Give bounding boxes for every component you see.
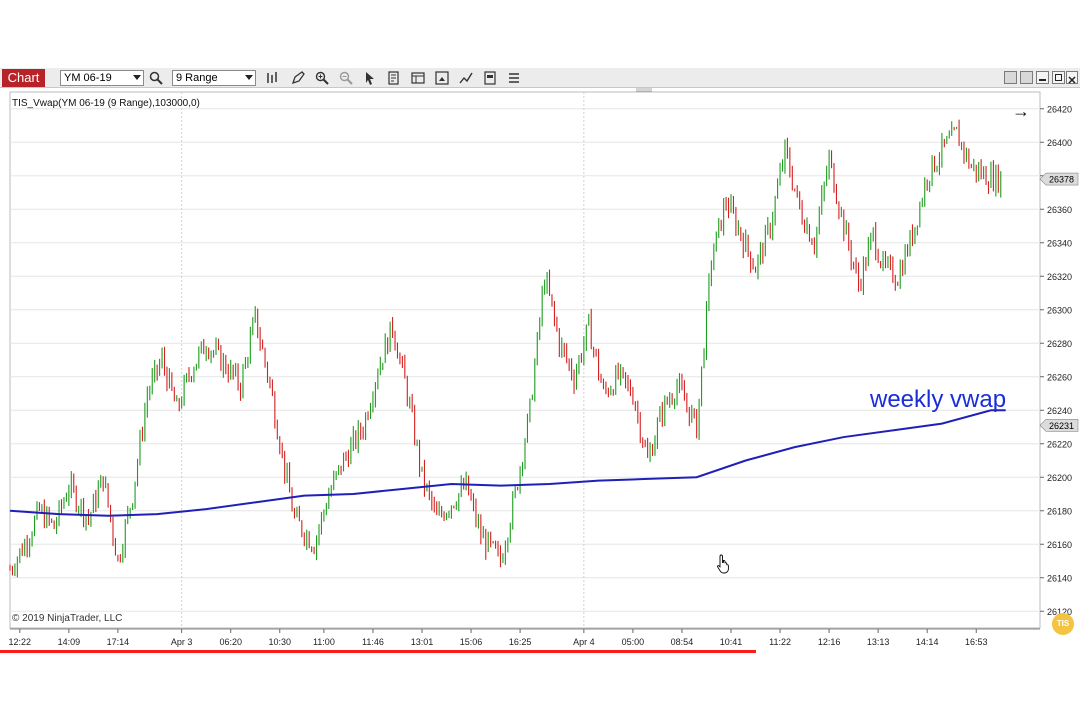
x-tick-label: 16:53 bbox=[965, 637, 988, 647]
chart-tab[interactable]: Chart bbox=[2, 69, 45, 87]
x-tick-label: 08:54 bbox=[671, 637, 694, 647]
pencil-icon[interactable] bbox=[290, 70, 306, 86]
hand-cursor-icon bbox=[717, 554, 729, 574]
x-tick-label: 14:09 bbox=[58, 637, 81, 647]
y-tick-label: 26300 bbox=[1047, 305, 1072, 315]
strategy-icon[interactable] bbox=[458, 70, 474, 86]
y-tick-label: 26200 bbox=[1047, 473, 1072, 483]
y-tick-label: 26320 bbox=[1047, 272, 1072, 282]
y-tick-label: 26260 bbox=[1047, 372, 1072, 382]
properties-icon[interactable] bbox=[386, 70, 402, 86]
x-tick-label: 10:30 bbox=[268, 637, 291, 647]
x-tick-label: Apr 3 bbox=[171, 637, 193, 647]
y-tick-label: 26240 bbox=[1047, 406, 1072, 416]
y-tick-label: 26360 bbox=[1047, 205, 1072, 215]
period-value: 9 Range bbox=[176, 72, 218, 84]
x-tick-label: 11:46 bbox=[362, 637, 384, 647]
chart-toolbar: Chart YM 06-19 9 Range bbox=[0, 68, 1080, 88]
zoom-out-icon[interactable] bbox=[338, 70, 354, 86]
y-tick-label: 26340 bbox=[1047, 238, 1072, 248]
price-chart[interactable]: 2642026400263802636026340263202630026280… bbox=[0, 88, 1080, 650]
y-tick-label: 26180 bbox=[1047, 506, 1072, 516]
instrument-value: YM 06-19 bbox=[64, 72, 112, 84]
y-tick-label: 26280 bbox=[1047, 339, 1072, 349]
x-tick-label: 05:00 bbox=[622, 637, 645, 647]
x-tick-label: 11:00 bbox=[313, 637, 335, 647]
copyright-text: © 2019 NinjaTrader, LLC bbox=[12, 613, 123, 624]
chevron-down-icon bbox=[245, 75, 253, 80]
chart-title: TIS_Vwap(YM 06-19 (9 Range),103000,0) bbox=[12, 98, 200, 109]
window-option-button[interactable] bbox=[1020, 71, 1033, 84]
x-tick-label: 15:06 bbox=[460, 637, 483, 647]
x-tick-label: 10:41 bbox=[720, 637, 743, 647]
y-tick-label: 26140 bbox=[1047, 573, 1072, 583]
x-tick-label: 14:14 bbox=[916, 637, 939, 647]
arrow-right-icon[interactable]: → bbox=[1012, 102, 1030, 120]
x-tick-label: 06:20 bbox=[219, 637, 242, 647]
video-progress-bar[interactable] bbox=[0, 650, 756, 653]
bar-type-icon[interactable] bbox=[265, 70, 281, 86]
x-tick-label: 12:22 bbox=[9, 637, 32, 647]
templates-icon[interactable] bbox=[482, 70, 498, 86]
vwap-price-label: 26231 bbox=[1049, 421, 1074, 431]
search-icon[interactable] bbox=[148, 70, 164, 86]
period-selector[interactable]: 9 Range bbox=[172, 70, 256, 86]
y-tick-label: 26400 bbox=[1047, 138, 1072, 148]
y-tick-label: 26160 bbox=[1047, 540, 1072, 550]
y-tick-label: 26220 bbox=[1047, 439, 1072, 449]
x-tick-label: 11:22 bbox=[769, 637, 791, 647]
maximize-button[interactable] bbox=[1052, 71, 1065, 84]
x-tick-label: 12:16 bbox=[818, 637, 841, 647]
close-icon bbox=[1068, 76, 1076, 84]
minimize-button[interactable] bbox=[1036, 71, 1049, 84]
screenshot-icon[interactable] bbox=[434, 70, 450, 86]
current-price-label: 26378 bbox=[1049, 175, 1074, 185]
x-tick-label: 13:13 bbox=[867, 637, 890, 647]
chart-window: Chart YM 06-19 9 Range 26420264002638026… bbox=[0, 68, 1080, 653]
vwap-annotation: weekly vwap bbox=[870, 386, 1007, 413]
pointer-icon[interactable] bbox=[362, 70, 378, 86]
x-tick-label: Apr 4 bbox=[573, 637, 595, 647]
close-button[interactable] bbox=[1066, 71, 1078, 84]
x-tick-label: 13:01 bbox=[411, 637, 434, 647]
chevron-down-icon bbox=[133, 75, 141, 80]
y-tick-label: 26420 bbox=[1047, 104, 1072, 114]
instrument-selector[interactable]: YM 06-19 bbox=[60, 70, 144, 86]
x-tick-label: 17:14 bbox=[107, 637, 130, 647]
window-option-button[interactable] bbox=[1004, 71, 1017, 84]
list-icon[interactable] bbox=[506, 70, 522, 86]
zoom-in-icon[interactable] bbox=[314, 70, 330, 86]
data-box-icon[interactable] bbox=[410, 70, 426, 86]
tis-badge: TIS bbox=[1052, 613, 1074, 635]
x-tick-label: 16:25 bbox=[509, 637, 532, 647]
